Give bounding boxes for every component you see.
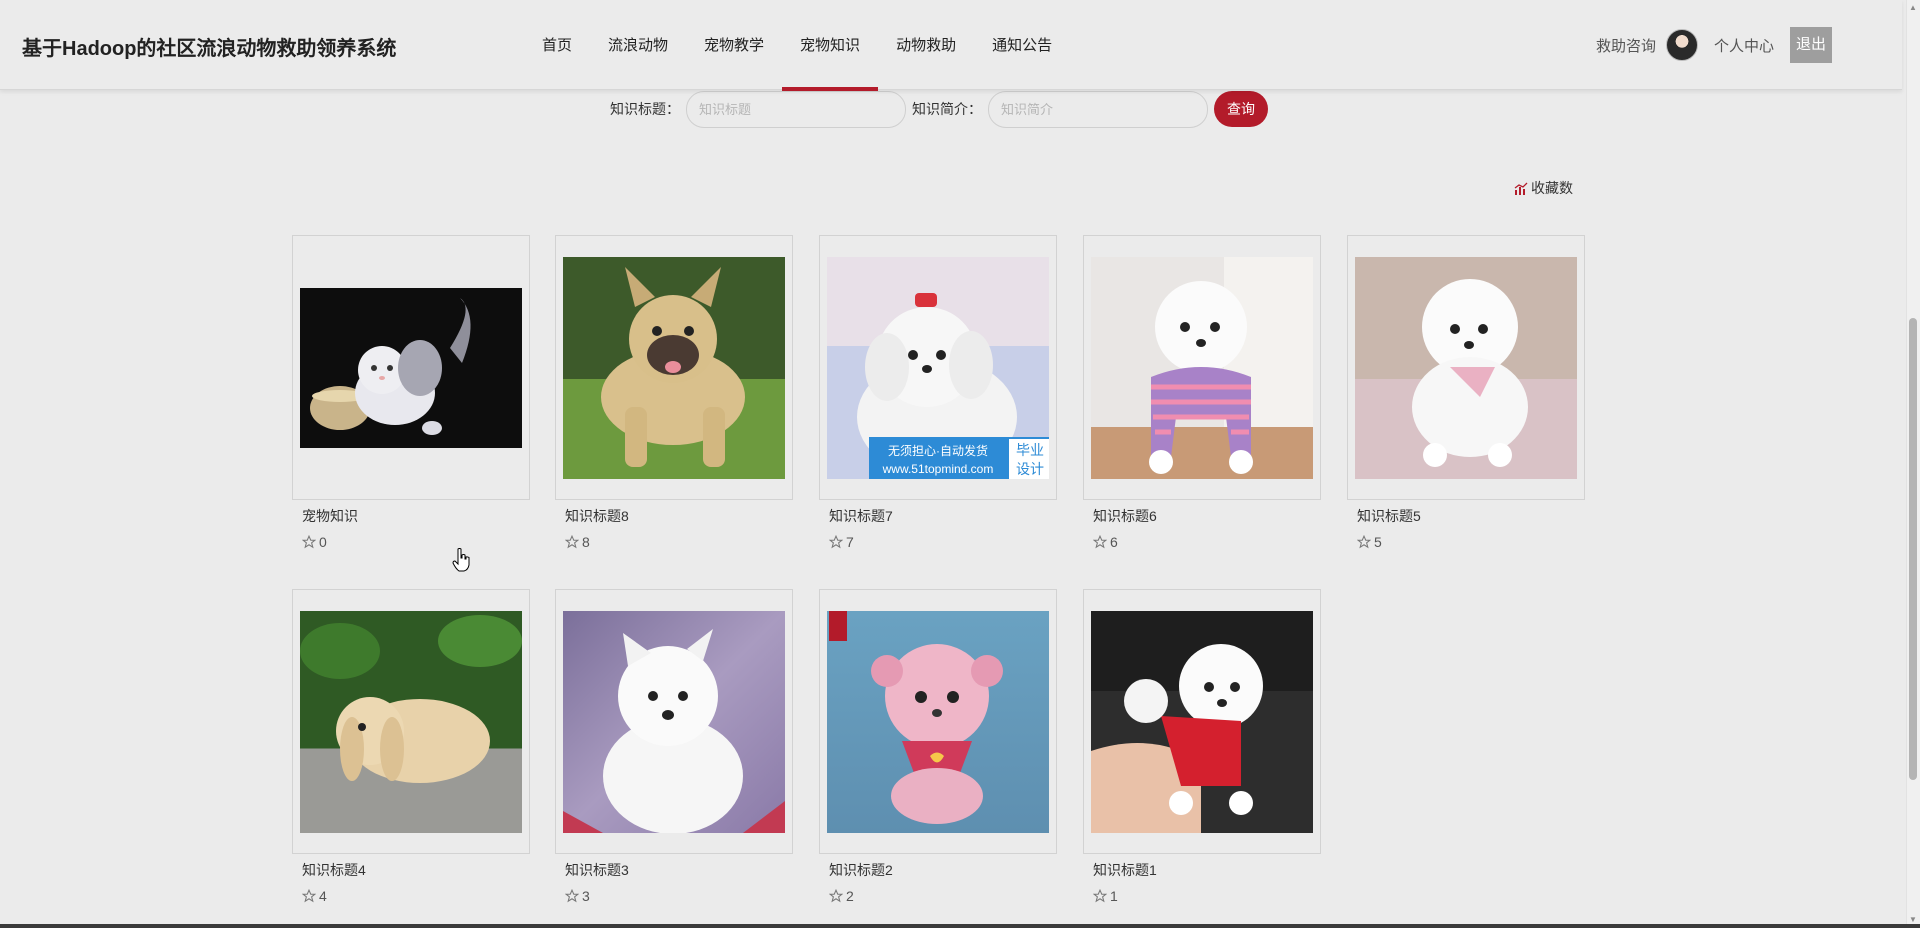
- card-favorites: 4: [302, 888, 530, 904]
- header-user-area: 救助咨询 个人中心 退出: [1596, 27, 1832, 63]
- scroll-down-arrow-icon[interactable]: ▼: [1909, 916, 1917, 924]
- card-favorites: 7: [829, 534, 1057, 550]
- bulldog-photo: [563, 256, 785, 479]
- card-title[interactable]: 知识标题1: [1093, 860, 1321, 880]
- favorites-count: 7: [846, 534, 854, 550]
- favorites-count: 4: [319, 888, 327, 904]
- star-icon: [302, 535, 316, 549]
- star-icon: [829, 889, 843, 903]
- watermark-badge-line1: 毕业: [1016, 441, 1044, 458]
- card-favorites: 6: [1093, 534, 1321, 550]
- sort-label: 收藏数: [1531, 180, 1573, 196]
- card-title[interactable]: 知识标题2: [829, 860, 1057, 880]
- knowledge-card: 知识标题2 2: [819, 589, 1057, 904]
- profile-link[interactable]: 个人中心: [1714, 35, 1774, 56]
- star-icon: [1093, 535, 1107, 549]
- knowledge-card: 知识标题5 5: [1347, 235, 1585, 550]
- card-image-frame[interactable]: [292, 235, 530, 500]
- favorites-count: 0: [319, 534, 327, 550]
- knowledge-card: 知识标题6 6: [1083, 235, 1321, 550]
- card-image-frame[interactable]: 无须担心·自动发货 www.51topmind.com 毕业 设计: [819, 235, 1057, 500]
- samoyed-photo: [563, 610, 785, 833]
- favorites-count: 8: [582, 534, 590, 550]
- card-image-frame[interactable]: [555, 589, 793, 854]
- card-favorites: 8: [565, 534, 793, 550]
- card-image-frame[interactable]: [819, 589, 1057, 854]
- knowledge-card: 知识标题4 4: [292, 589, 530, 904]
- nav-item-stray-animals[interactable]: 流浪动物: [590, 0, 686, 90]
- watermark: 无须担心·自动发货 www.51topmind.com 毕业 设计: [869, 436, 1049, 479]
- card-favorites: 3: [565, 888, 793, 904]
- card-title[interactable]: 知识标题6: [1093, 506, 1321, 526]
- knowledge-card: 知识标题3 3: [555, 589, 793, 904]
- watermark-badge-line2: 设计: [1016, 460, 1044, 477]
- star-icon: [565, 535, 579, 549]
- page-scrollbar[interactable]: ▲ ▼: [1906, 0, 1920, 928]
- card-title[interactable]: 宠物知识: [302, 506, 530, 526]
- pomeranian-photo: [1355, 256, 1577, 479]
- card-title[interactable]: 知识标题7: [829, 506, 1057, 526]
- rabbit-photo: [300, 610, 522, 833]
- knowledge-card: 宠物知识 0: [292, 235, 530, 550]
- card-image-frame[interactable]: [1083, 235, 1321, 500]
- nav-item-animal-rescue[interactable]: 动物救助: [878, 0, 974, 90]
- nav-item-pet-teaching[interactable]: 宠物教学: [686, 0, 782, 90]
- card-title[interactable]: 知识标题5: [1357, 506, 1585, 526]
- favorites-count: 5: [1374, 534, 1382, 550]
- watermark-line1: 无须担心·自动发货: [888, 443, 988, 458]
- knowledge-card: 知识标题8 8: [555, 235, 793, 550]
- scrollbar-thumb[interactable]: [1909, 318, 1917, 780]
- sort-by-favorites-button[interactable]: 收藏数: [1514, 178, 1573, 198]
- kitten-photo: [300, 287, 522, 448]
- pink-pomeranian-photo: [827, 610, 1049, 833]
- nav-item-pet-knowledge[interactable]: 宠物知识: [782, 0, 879, 91]
- rescue-consult-link[interactable]: 救助咨询: [1596, 35, 1656, 56]
- star-icon: [1093, 889, 1107, 903]
- logout-button[interactable]: 退出: [1790, 27, 1832, 63]
- pomeranian-red-sweater-photo: [1091, 610, 1313, 833]
- intro-search-label: 知识简介：: [912, 101, 982, 117]
- favorites-count: 3: [582, 888, 590, 904]
- nav-item-home[interactable]: 首页: [524, 0, 590, 90]
- card-favorites: 5: [1357, 534, 1585, 550]
- card-image-frame[interactable]: [1083, 589, 1321, 854]
- site-title[interactable]: 基于Hadoop的社区流浪动物救助领养系统: [22, 32, 396, 61]
- favorites-count: 6: [1110, 534, 1118, 550]
- title-search-input[interactable]: [686, 90, 906, 128]
- card-favorites: 1: [1093, 888, 1321, 904]
- card-title[interactable]: 知识标题3: [565, 860, 793, 880]
- maltese-photo: 无须担心·自动发货 www.51topmind.com 毕业 设计: [827, 256, 1049, 479]
- main-nav: 首页 流浪动物 宠物教学 宠物知识 动物救助 通知公告: [524, 0, 1070, 91]
- site-header: 基于Hadoop的社区流浪动物救助领养系统 首页 流浪动物 宠物教学 宠物知识 …: [0, 0, 1902, 91]
- card-title[interactable]: 知识标题4: [302, 860, 530, 880]
- search-bar: 知识标题： 知识简介： 查询: [610, 90, 1268, 128]
- scroll-up-arrow-icon[interactable]: ▲: [1909, 4, 1917, 12]
- favorites-count: 2: [846, 888, 854, 904]
- star-icon: [829, 535, 843, 549]
- intro-search-input[interactable]: [988, 90, 1208, 128]
- star-icon: [302, 889, 316, 903]
- card-favorites: 2: [829, 888, 1057, 904]
- card-title[interactable]: 知识标题8: [565, 506, 793, 526]
- card-image-frame[interactable]: [1347, 235, 1585, 500]
- query-button[interactable]: 查询: [1214, 91, 1268, 127]
- watermark-line2: www.51topmind.com: [882, 461, 994, 476]
- card-image-frame[interactable]: [292, 589, 530, 854]
- hand-cursor-icon: [452, 548, 470, 572]
- star-icon: [565, 889, 579, 903]
- knowledge-card: 无须担心·自动发货 www.51topmind.com 毕业 设计 知识标题7 …: [819, 235, 1057, 550]
- title-search-label: 知识标题：: [610, 101, 680, 117]
- card-image-frame[interactable]: [555, 235, 793, 500]
- knowledge-card: 知识标题1 1: [1083, 589, 1321, 904]
- card-favorites: 0: [302, 534, 530, 550]
- taskbar-edge: [0, 924, 1920, 928]
- star-icon: [1357, 535, 1371, 549]
- nav-item-notices[interactable]: 通知公告: [974, 0, 1070, 90]
- avatar[interactable]: [1665, 29, 1698, 61]
- pomeranian-sweater-photo: [1091, 256, 1313, 479]
- bar-chart-icon: [1514, 182, 1528, 195]
- favorites-count: 1: [1110, 888, 1118, 904]
